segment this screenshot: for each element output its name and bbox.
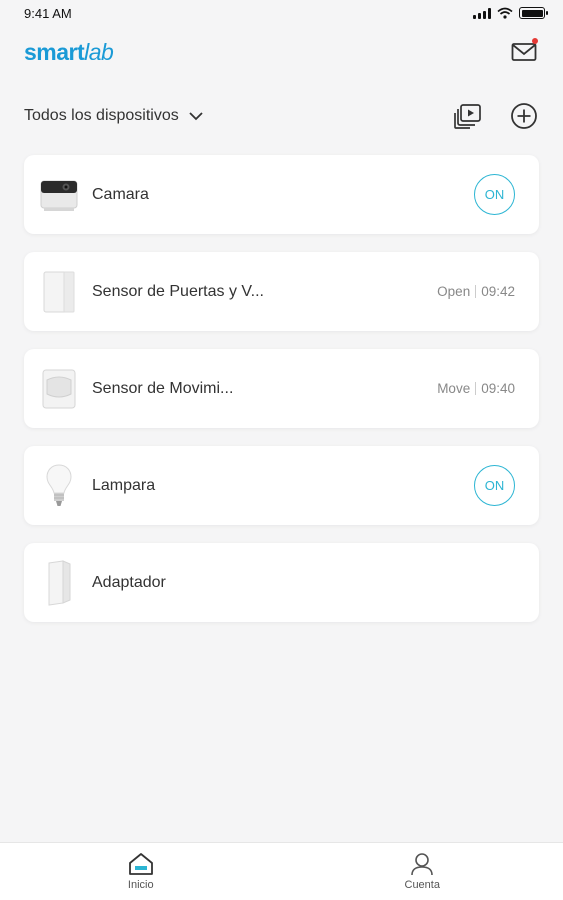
app-header: smartlab xyxy=(24,34,539,70)
toolbar-actions xyxy=(453,101,539,131)
tab-label: Inicio xyxy=(127,879,154,891)
device-card-motion-sensor[interactable]: Sensor de Movimi... Move 09:40 xyxy=(24,349,539,428)
battery-icon xyxy=(519,7,548,19)
notification-dot xyxy=(532,38,538,44)
divider xyxy=(475,285,477,298)
tab-label: Cuenta xyxy=(404,879,440,891)
device-filter-dropdown[interactable]: Todos los dispositivos xyxy=(24,107,203,125)
add-device-button[interactable] xyxy=(509,101,539,131)
power-toggle[interactable]: ON xyxy=(474,465,515,506)
device-name: Sensor de Movimi... xyxy=(92,379,234,397)
status-time: 9:41 AM xyxy=(24,5,72,21)
motion-sensor-icon xyxy=(42,369,76,408)
device-toolbar: Todos los dispositivos xyxy=(24,98,539,134)
device-thumb xyxy=(40,559,78,607)
device-status: Move 09:40 xyxy=(437,381,515,396)
device-list: Camara ON Sensor de Puertas y V... Open … xyxy=(24,155,539,622)
brand-logo: smartlab xyxy=(24,38,114,65)
door-sensor-icon xyxy=(43,271,75,312)
divider xyxy=(475,382,477,395)
signal-icon xyxy=(473,7,491,19)
bulb-icon xyxy=(46,463,72,506)
tab-home[interactable]: Inicio xyxy=(0,852,282,891)
device-card-adapter[interactable]: Adaptador xyxy=(24,543,539,622)
wifi-icon xyxy=(497,7,513,19)
power-toggle[interactable]: ON xyxy=(474,174,515,215)
video-gallery-icon xyxy=(454,104,481,129)
chevron-down-icon xyxy=(189,111,203,120)
device-thumb xyxy=(40,171,78,219)
adapter-icon xyxy=(48,559,71,606)
home-icon xyxy=(128,853,153,875)
status-time: 09:40 xyxy=(481,381,515,396)
status-time: 09:42 xyxy=(481,284,515,299)
device-thumb xyxy=(40,365,78,413)
status-text: Move xyxy=(437,381,471,396)
camera-icon xyxy=(40,180,78,211)
device-card-lamp[interactable]: Lampara ON xyxy=(24,446,539,525)
device-thumb xyxy=(40,462,78,510)
messages-button[interactable] xyxy=(509,37,539,67)
device-name: Sensor de Puertas y V... xyxy=(92,282,264,300)
device-name: Adaptador xyxy=(92,573,166,591)
playback-button[interactable] xyxy=(453,101,483,131)
status-bar: 9:41 AM xyxy=(0,0,563,26)
plus-circle-icon xyxy=(511,103,537,129)
device-thumb xyxy=(40,268,78,316)
user-icon xyxy=(411,853,434,876)
device-name: Lampara xyxy=(92,476,156,494)
status-icons xyxy=(473,7,548,19)
tab-account[interactable]: Cuenta xyxy=(282,852,563,891)
device-card-door-sensor[interactable]: Sensor de Puertas y V... Open 09:42 xyxy=(24,252,539,331)
device-name: Camara xyxy=(92,185,149,203)
status-text: Open xyxy=(437,284,471,299)
device-status: Open 09:42 xyxy=(437,284,515,299)
filter-label: Todos los dispositivos xyxy=(24,107,179,124)
mail-icon xyxy=(511,43,537,61)
device-card-camera[interactable]: Camara ON xyxy=(24,155,539,234)
bottom-tab-bar: Inicio Cuenta xyxy=(0,842,563,900)
